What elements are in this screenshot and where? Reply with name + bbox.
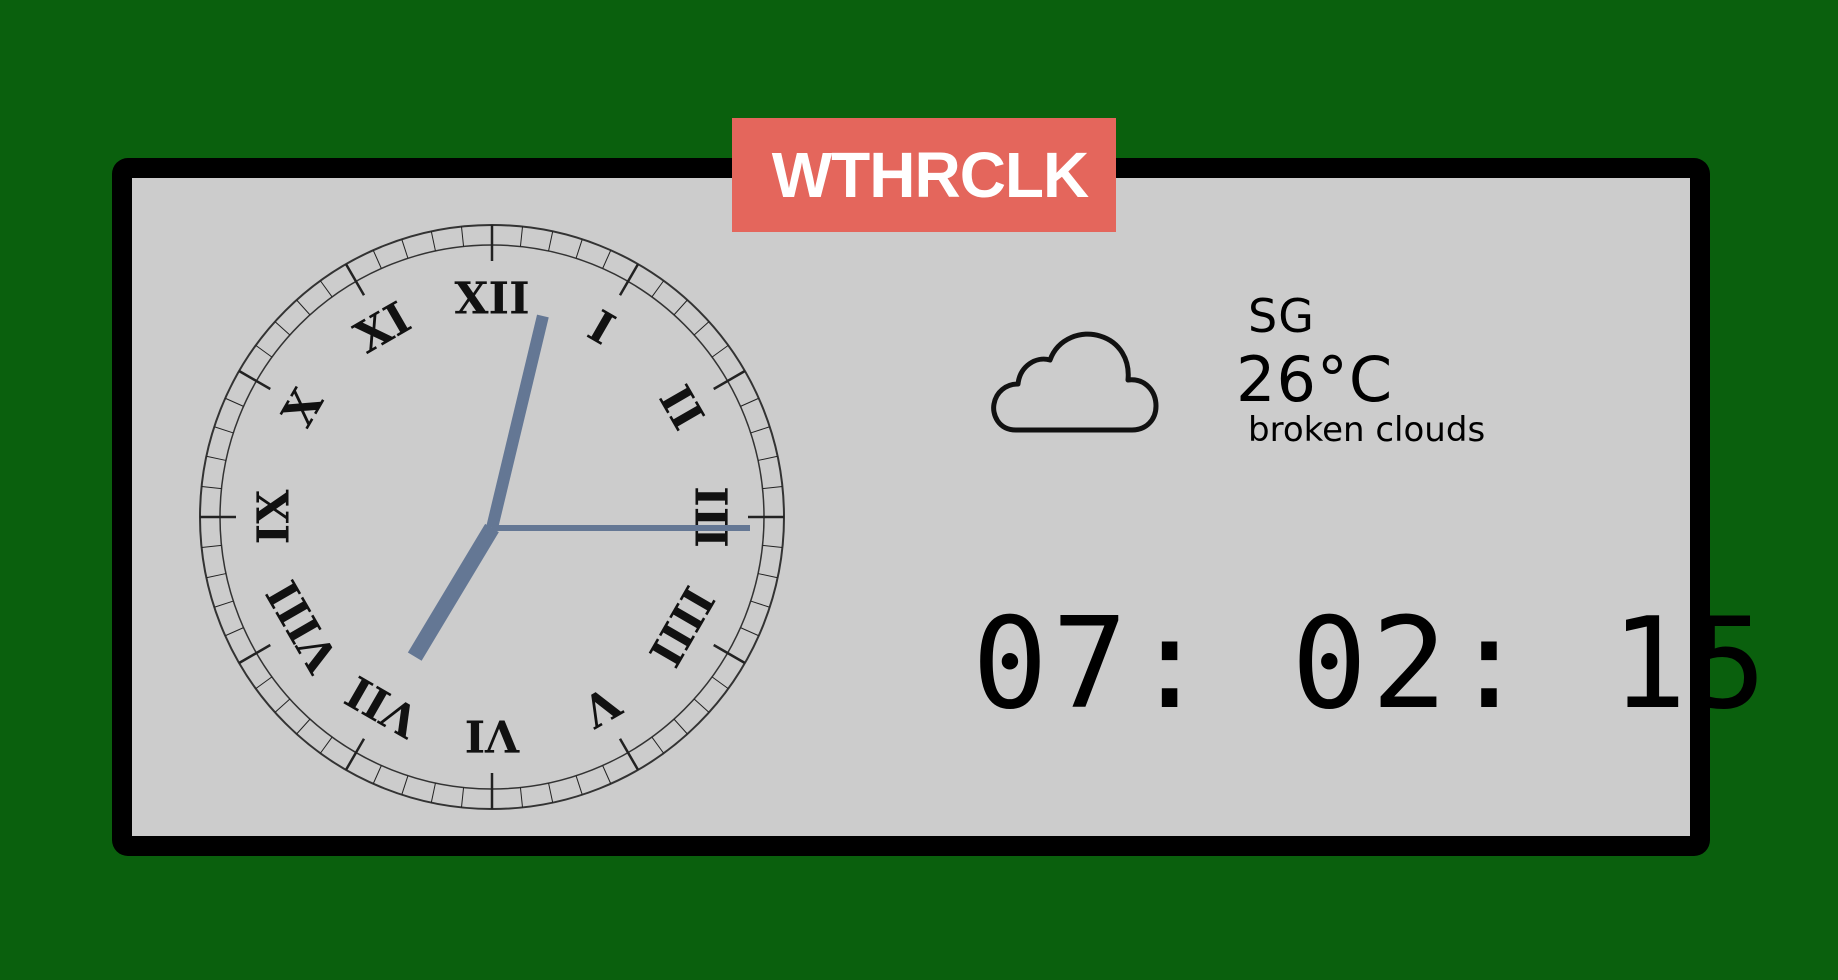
clock-tick — [651, 280, 665, 298]
clock-tick — [757, 573, 778, 579]
clock-tick — [519, 226, 524, 247]
clock-tick — [319, 280, 333, 298]
clock-tick — [757, 455, 778, 461]
clock-tick — [618, 738, 640, 771]
clock-tick — [238, 369, 271, 391]
clock-tick — [618, 263, 640, 296]
clock-numeral: VIII — [257, 572, 350, 681]
clock-tick — [401, 239, 409, 259]
analog-clock: XIIIIIIIIIIIIVVIVIIVIIIIXXXI — [199, 224, 785, 810]
clock-tick — [344, 263, 366, 296]
clock-tick — [711, 676, 729, 690]
clock-tick — [673, 299, 688, 316]
clock-tick — [214, 426, 234, 434]
clock-tick — [519, 787, 524, 808]
clock-tick — [372, 765, 382, 784]
clock-tick — [575, 775, 583, 795]
clock-tick — [460, 226, 465, 247]
clock-tick — [319, 736, 333, 754]
clock-tick — [713, 369, 746, 391]
weather-city: SG — [1248, 289, 1315, 343]
clock-tick — [713, 643, 746, 665]
clock-tick — [214, 600, 234, 608]
clock-tick — [225, 627, 244, 637]
weather-description: broken clouds — [1248, 410, 1486, 450]
clock-tick — [255, 344, 273, 358]
clock-numeral: I — [579, 301, 622, 355]
clock-tick — [201, 544, 222, 549]
clock-tick — [693, 321, 710, 336]
clock-tick — [274, 698, 291, 713]
clock-tick — [711, 344, 729, 358]
clock-minute-hand — [486, 314, 549, 530]
clock-tick — [238, 643, 271, 665]
clock-tick — [673, 718, 688, 735]
clock-tick — [762, 544, 783, 549]
clock-tick — [255, 676, 273, 690]
clock-tick — [548, 782, 554, 803]
digital-clock-time: 07: 02: 15 — [972, 590, 1771, 737]
clock-tick — [750, 426, 770, 434]
clock-tick — [602, 250, 612, 269]
clock-numeral: IIII — [638, 578, 723, 675]
clock-numeral: III — [685, 486, 736, 548]
clock-tick — [740, 627, 759, 637]
clock-tick — [548, 231, 554, 252]
clock-tick — [344, 738, 366, 771]
clock-numeral: V — [573, 675, 630, 737]
clock-hour-hand — [407, 523, 499, 661]
clock-tick — [201, 485, 222, 490]
clock-numeral: XII — [454, 274, 529, 325]
clock-tick — [430, 231, 436, 252]
clock-numeral: VII — [338, 665, 430, 747]
clock-tick — [750, 600, 770, 608]
cloud-icon — [991, 331, 1159, 433]
clock-numeral: IX — [249, 489, 300, 545]
clock-numeral: XI — [347, 292, 420, 364]
clock-tick — [460, 787, 465, 808]
clock-tick — [401, 775, 409, 795]
clock-tick — [225, 397, 244, 407]
clock-tick — [296, 299, 311, 316]
clock-tick — [693, 698, 710, 713]
clock-tick — [762, 485, 783, 490]
clock-tick — [740, 397, 759, 407]
clock-tick — [651, 736, 665, 754]
clock-numeral: II — [648, 377, 713, 438]
clock-tick — [575, 239, 583, 259]
clock-tick — [206, 455, 227, 461]
clock-numeral: VI — [465, 710, 521, 761]
clock-numeral: X — [273, 380, 335, 436]
clock-tick — [206, 573, 227, 579]
clock-tick — [296, 718, 311, 735]
clock-tick — [274, 321, 291, 336]
app-title: WTHRCLK — [732, 118, 1116, 232]
clock-tick — [372, 250, 382, 269]
clock-tick — [430, 782, 436, 803]
clock-tick — [602, 765, 612, 784]
